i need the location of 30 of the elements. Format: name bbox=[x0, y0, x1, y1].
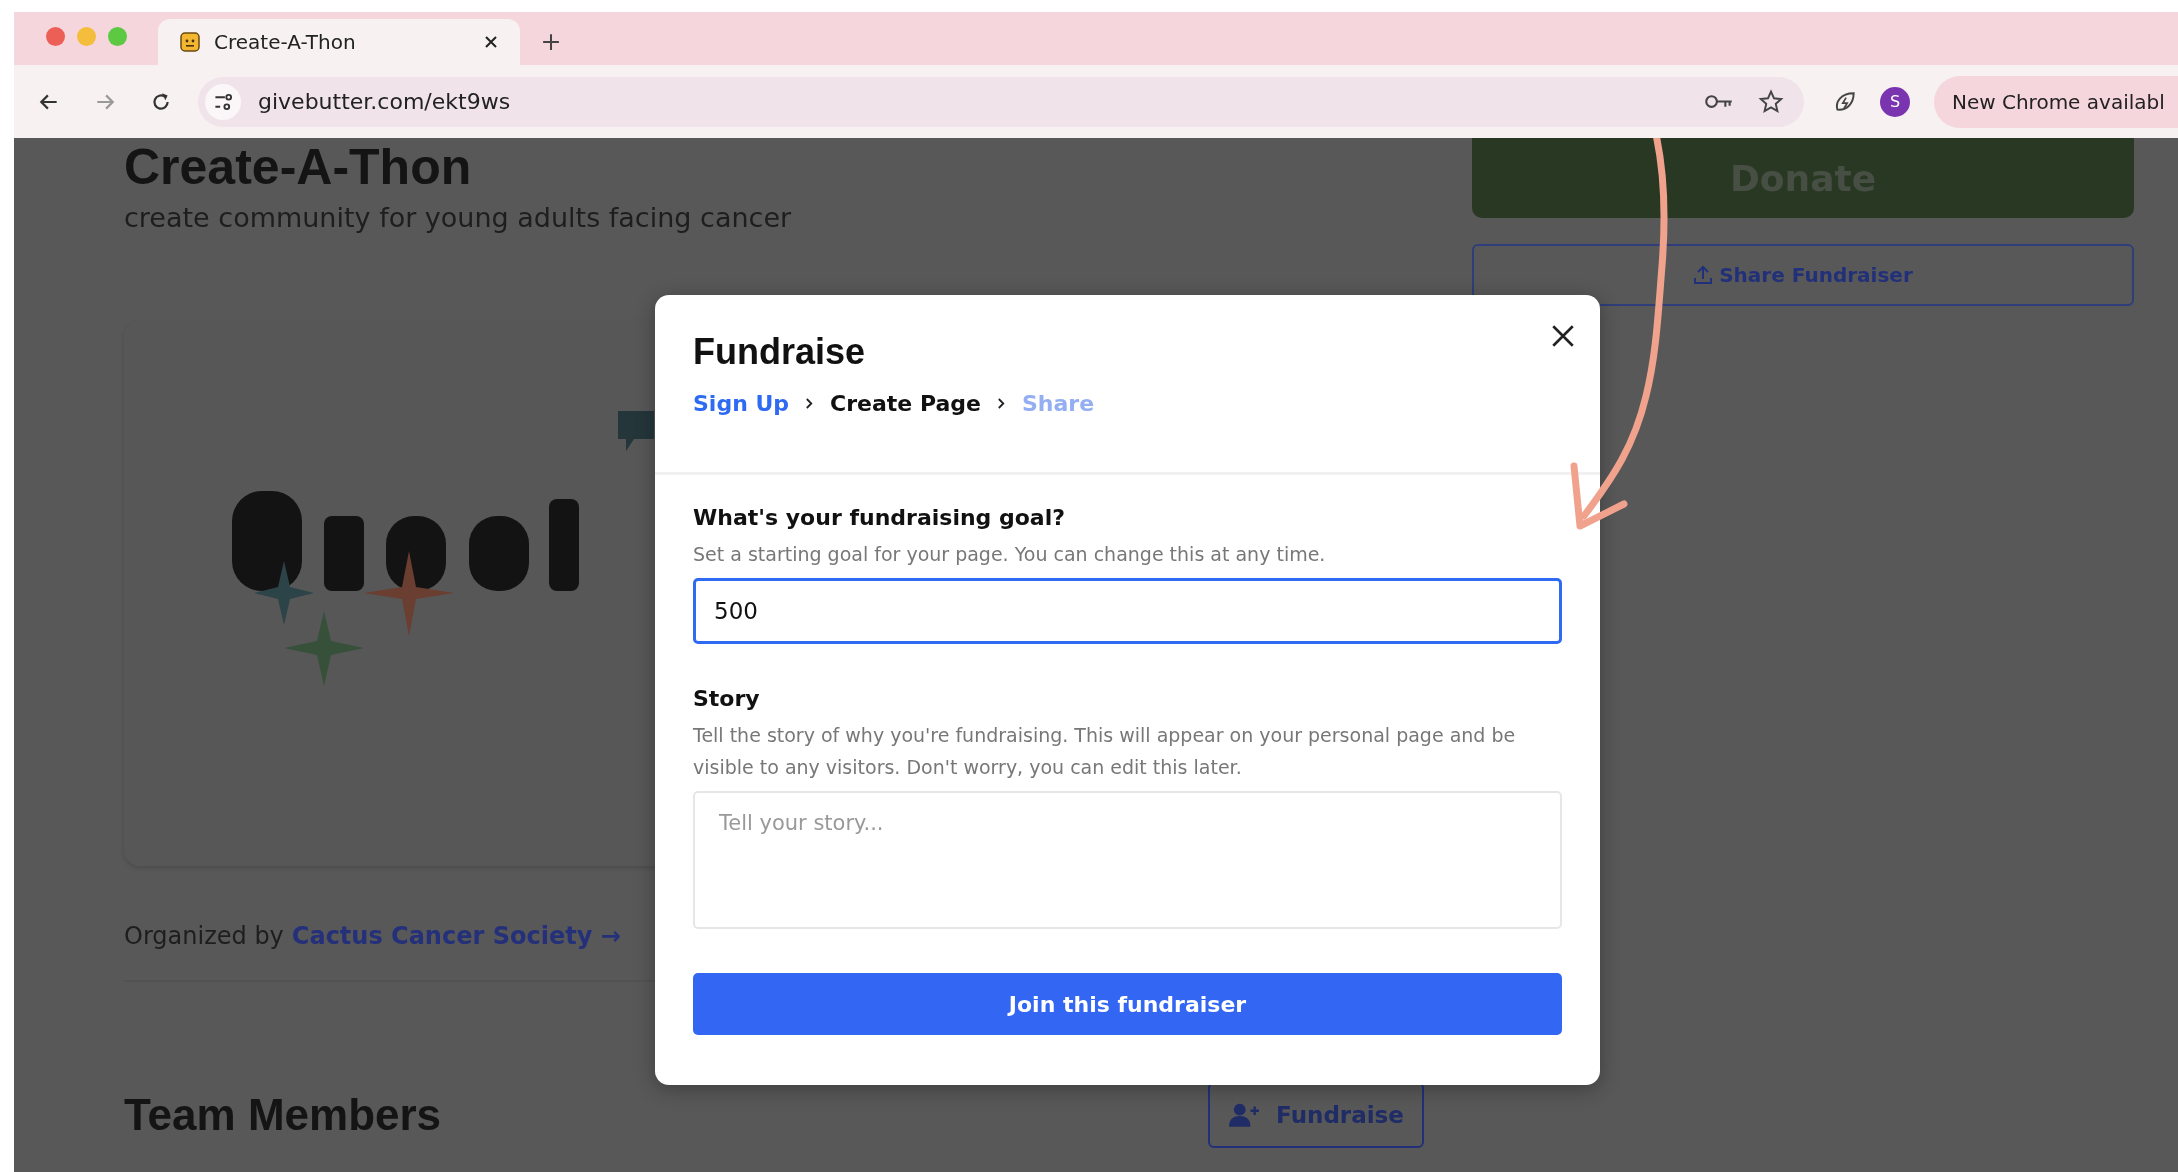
chevron-icon bbox=[997, 397, 1006, 410]
profile-avatar[interactable]: S bbox=[1880, 86, 1910, 117]
reload-icon[interactable] bbox=[150, 90, 172, 113]
browser-tab[interactable]: Create-A-Thon bbox=[158, 19, 520, 65]
goal-input[interactable]: 500 bbox=[693, 578, 1562, 644]
join-button[interactable]: Join this fundraiser bbox=[693, 973, 1562, 1035]
new-tab-icon[interactable] bbox=[542, 33, 560, 51]
upload-icon bbox=[1693, 264, 1714, 286]
field-label: Story bbox=[693, 686, 761, 711]
section-heading: Team Members bbox=[124, 1090, 442, 1140]
story-textarea[interactable]: Tell your story... bbox=[693, 791, 1562, 929]
breadcrumb-step: Create Page bbox=[830, 391, 981, 416]
field-hint: Set a starting goal for your page. You can change this at any time. bbox=[693, 542, 1327, 567]
field-label: What's your fundraising goal? bbox=[693, 505, 1066, 530]
close-icon[interactable] bbox=[1550, 323, 1576, 349]
field-hint: Tell the story of why you're fundraising. This will appear on your personal page and be visible to any visitors. Don't worry, you can edit this later. bbox=[693, 723, 1517, 780]
site-settings-icon[interactable] bbox=[204, 82, 242, 121]
close-tab-icon[interactable] bbox=[484, 35, 498, 49]
address-bar[interactable]: givebutter.com/ekt9ws bbox=[198, 76, 1804, 127]
breadcrumb-step: Share bbox=[1022, 391, 1095, 416]
star-icon[interactable] bbox=[1758, 88, 1784, 115]
breadcrumb-step[interactable]: Sign Up bbox=[693, 391, 790, 416]
dialog-title: Fundraise bbox=[693, 331, 867, 373]
update-button[interactable]: New Chrome availabl bbox=[1934, 75, 2178, 128]
campaign-tagline: create community for young adults facing cancer bbox=[124, 202, 793, 233]
add-user-icon bbox=[1228, 1102, 1261, 1128]
favicon-icon bbox=[180, 32, 200, 52]
key-icon[interactable] bbox=[1704, 93, 1734, 110]
campaign-title: Create-A-Thon bbox=[124, 138, 473, 196]
chevron-icon bbox=[805, 397, 815, 410]
